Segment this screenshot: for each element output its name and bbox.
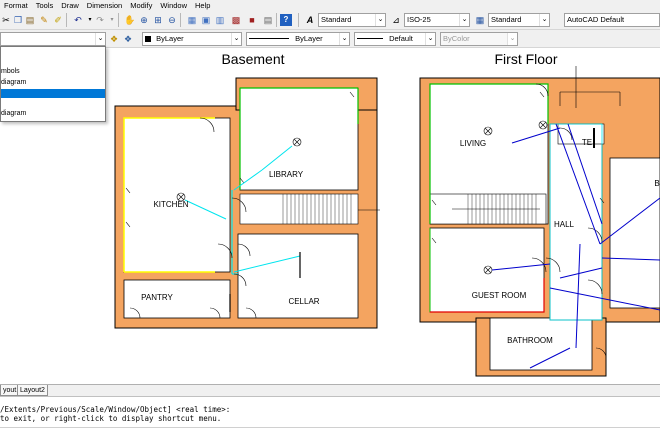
lineweight-sample (357, 38, 383, 39)
command-history-line: /Extents/Previous/Scale/Window/Object] <… (0, 405, 231, 414)
chevron-down-icon: ⌄ (507, 33, 517, 45)
command-window: /Extents/Previous/Scale/Window/Object] <… (0, 396, 660, 440)
menu-help[interactable]: Help (191, 0, 214, 11)
chevron-down-icon: ⌄ (95, 33, 105, 45)
workspace-value: AutoCAD Default (567, 15, 625, 24)
menu-draw[interactable]: Draw (57, 0, 83, 11)
menu-dimension[interactable]: Dimension (83, 0, 126, 11)
markup-icon[interactable]: ■ (246, 14, 258, 26)
living-label: LIVING (460, 139, 486, 148)
kitchen-label: KITCHEN (153, 200, 188, 209)
menu-modify[interactable]: Modify (126, 0, 156, 11)
basement-title: Basement (221, 51, 284, 67)
right-room (609, 157, 660, 309)
layer-select[interactable]: ⌄ (0, 32, 106, 46)
bathroom-label: BATHROOM (507, 336, 553, 345)
layer-previous-icon[interactable]: ❖ (122, 33, 134, 45)
sheet-set-icon[interactable]: ▩ (230, 14, 242, 26)
layer-dropdown-list[interactable]: mbols diagram diagram (0, 46, 106, 122)
make-current-layer-icon[interactable]: ❖ (108, 33, 120, 45)
calculator-icon[interactable]: ▤ (262, 14, 274, 26)
lineweight-value: Default (389, 34, 413, 43)
dropdown-item[interactable]: mbols (1, 67, 105, 76)
dim-style-value: ISO-25 (407, 15, 431, 24)
zoom-window-icon[interactable]: ⊞ (152, 14, 164, 26)
kitchen-room (123, 117, 231, 273)
workspace-select[interactable]: AutoCAD Default (564, 13, 660, 27)
command-input[interactable] (0, 427, 660, 439)
chevron-down-icon: ⌄ (339, 33, 349, 45)
menu-bar: Format Tools Draw Dimension Modify Windo… (0, 0, 660, 11)
dropdown-item[interactable]: diagram (1, 78, 105, 87)
first-floor-plan (419, 66, 660, 377)
chevron-down-icon: ⌄ (231, 33, 241, 45)
color-select[interactable]: ByLayer ⌄ (142, 32, 242, 46)
text-style-icon[interactable]: A (304, 14, 316, 26)
plotstyle-value: ByColor (443, 34, 470, 43)
lineweight-select[interactable]: Default ⌄ (354, 32, 436, 46)
linetype-sample (249, 38, 289, 39)
redo-dropdown-icon[interactable]: ▾ (106, 14, 118, 26)
zoom-realtime-icon[interactable]: ⊕ (138, 14, 150, 26)
color-value: ByLayer (156, 34, 184, 43)
command-history-line: to exit, or right-click to display short… (0, 414, 222, 423)
linetype-select[interactable]: ByLayer ⌄ (246, 32, 350, 46)
table-style-select[interactable]: Standard ⌄ (488, 13, 550, 27)
linetype-value: ByLayer (295, 34, 323, 43)
pantry-room (123, 279, 231, 319)
autocad-window: Format Tools Draw Dimension Modify Windo… (0, 0, 660, 440)
menu-format[interactable]: Format (0, 0, 32, 11)
dim-style-icon[interactable]: ⊿ (390, 14, 402, 26)
help-icon[interactable]: ? (280, 14, 292, 26)
chevron-down-icon: ⌄ (459, 14, 469, 26)
redo-icon[interactable]: ↷ (94, 14, 106, 26)
menu-window[interactable]: Window (156, 0, 191, 11)
pan-icon[interactable]: ✋ (124, 14, 136, 26)
dropdown-item[interactable]: diagram (1, 109, 105, 118)
first-floor-title: First Floor (495, 51, 558, 67)
guest-room-label: GUEST ROOM (472, 291, 527, 300)
text-style-value: Standard (321, 15, 352, 24)
right-room-label: B (654, 179, 659, 188)
paste-icon[interactable]: ▤ (24, 14, 36, 26)
text-style-select[interactable]: Standard ⌄ (318, 13, 386, 27)
dim-style-select[interactable]: ISO-25 ⌄ (404, 13, 470, 27)
zoom-previous-icon[interactable]: ⊖ (166, 14, 178, 26)
properties-icon[interactable]: ▦ (186, 14, 198, 26)
chevron-down-icon: ⌄ (425, 33, 435, 45)
table-style-value: Standard (491, 15, 522, 24)
cellar-label: CELLAR (288, 297, 319, 306)
tool-palettes-icon[interactable]: ▥ (214, 14, 226, 26)
design-center-icon[interactable]: ▣ (200, 14, 212, 26)
tab-layout2[interactable]: Layout2 (17, 385, 48, 396)
plotstyle-select: ByColor ⌄ (440, 32, 518, 46)
block-editor-icon[interactable]: ✐ (52, 14, 64, 26)
dropdown-item-selected[interactable] (1, 89, 105, 98)
table-style-icon[interactable]: ▦ (474, 14, 486, 26)
color-swatch (145, 36, 151, 42)
cut-icon[interactable]: ✂ (0, 14, 12, 26)
pantry-label: PANTRY (141, 293, 173, 302)
undo-icon[interactable]: ↶ (72, 14, 84, 26)
te-label: TE (582, 138, 592, 147)
layout-tabs: yout1 Layout2 (0, 384, 660, 396)
match-properties-icon[interactable]: ✎ (38, 14, 50, 26)
standard-toolbar: ✂ ❐ ▤ ✎ ✐ ↶ ▾ ↷ ▾ ✋ ⊕ ⊞ ⊖ ▦ ▣ ▥ ▩ ■ ▤ ? … (0, 11, 660, 30)
chevron-down-icon: ⌄ (375, 14, 385, 26)
library-label: LIBRARY (269, 170, 304, 179)
hall-label: HALL (554, 220, 575, 229)
menu-tools[interactable]: Tools (32, 0, 58, 11)
copy-icon[interactable]: ❐ (12, 14, 24, 26)
chevron-down-icon: ⌄ (539, 14, 549, 26)
